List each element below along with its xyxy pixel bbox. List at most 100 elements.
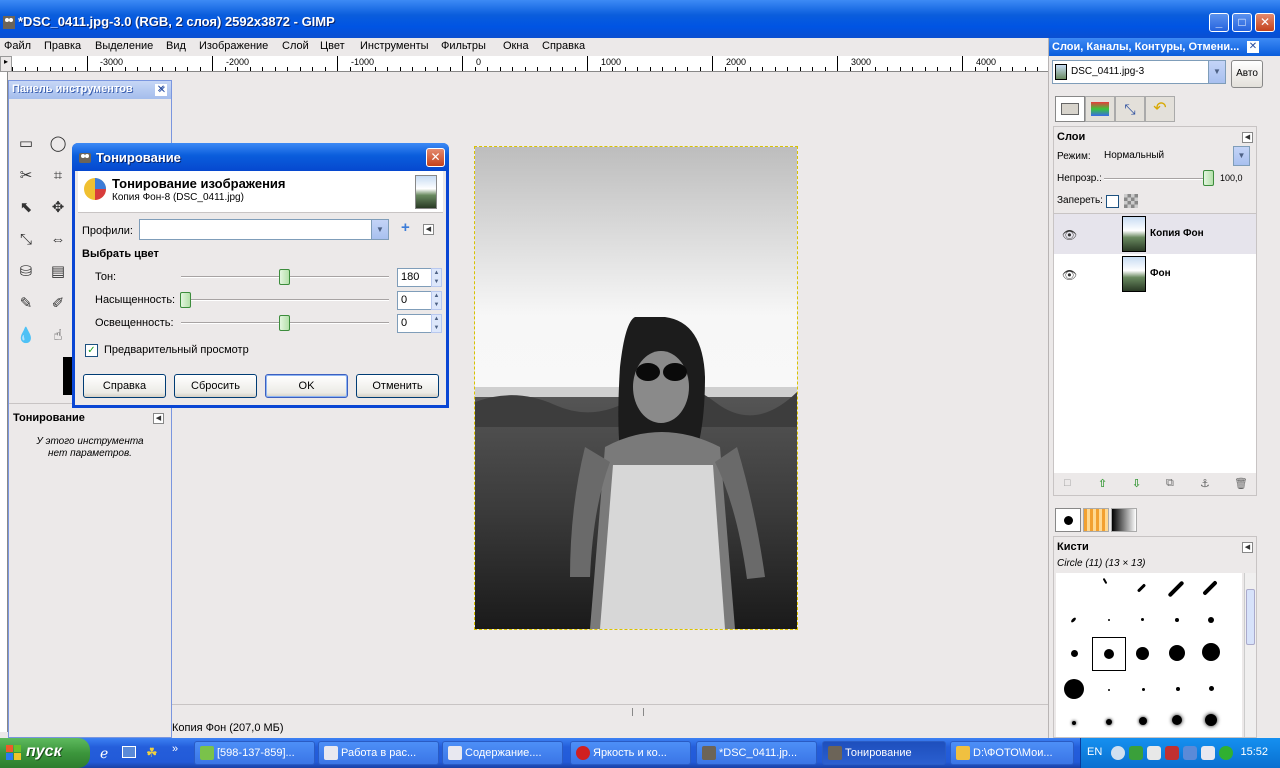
menu-windows[interactable]: Окна bbox=[503, 40, 529, 52]
brush-swatch[interactable] bbox=[1064, 679, 1084, 699]
saturation-stepper[interactable]: ▲ ▼ bbox=[431, 291, 442, 310]
opacity-value[interactable]: 100,0 bbox=[1220, 173, 1243, 183]
taskbar-item[interactable]: *DSC_0411.jp... bbox=[696, 741, 817, 765]
raise-layer-icon[interactable]: ⇧ bbox=[1098, 477, 1107, 490]
brush-swatch[interactable] bbox=[1175, 618, 1179, 622]
menu-color[interactable]: Цвет bbox=[320, 40, 345, 52]
brush-swatch[interactable] bbox=[1102, 577, 1108, 585]
auto-button[interactable]: Авто bbox=[1231, 60, 1263, 88]
lightness-stepper[interactable]: ▲ ▼ bbox=[431, 314, 442, 333]
tray-flag-icon[interactable] bbox=[1201, 746, 1215, 760]
horizontal-scrollbar[interactable] bbox=[172, 704, 1048, 720]
dock-close-icon[interactable]: ✕ bbox=[1247, 41, 1259, 53]
rect-select-tool-icon[interactable]: ▭ bbox=[15, 133, 37, 155]
airbrush-tool-icon[interactable]: ✐ bbox=[47, 293, 69, 315]
start-button[interactable]: пуск bbox=[0, 738, 90, 768]
patterns-tab[interactable] bbox=[1083, 508, 1109, 532]
brush-swatch[interactable] bbox=[1202, 580, 1218, 596]
taskbar-item[interactable]: [598-137-859]... bbox=[194, 741, 315, 765]
messenger-icon[interactable]: ☘ bbox=[146, 745, 158, 761]
saturation-slider-thumb[interactable] bbox=[180, 292, 191, 308]
lock-alpha-checkbox[interactable] bbox=[1106, 195, 1119, 208]
mode-combo[interactable]: Нормальный ▼ bbox=[1098, 146, 1250, 166]
hue-slider-thumb[interactable] bbox=[279, 269, 290, 285]
brush-swatch[interactable] bbox=[1205, 714, 1217, 726]
color-picker-tool-icon[interactable]: ✎ bbox=[15, 293, 37, 315]
hue-stepper[interactable]: ▲ ▼ bbox=[431, 268, 442, 287]
menu-view[interactable]: Вид bbox=[166, 40, 186, 52]
lightness-input[interactable]: 0 bbox=[397, 314, 433, 333]
close-button[interactable]: ✕ bbox=[1255, 13, 1275, 32]
quicklaunch-more-icon[interactable]: » bbox=[172, 743, 178, 755]
ok-button[interactable]: OK bbox=[265, 374, 348, 398]
reset-button[interactable]: Сбросить bbox=[174, 374, 257, 398]
show-desktop-icon[interactable] bbox=[122, 746, 136, 758]
delete-layer-icon[interactable]: 🗑 bbox=[1234, 477, 1248, 490]
opacity-slider-thumb[interactable] bbox=[1203, 170, 1214, 186]
menu-filters[interactable]: Фильтры bbox=[441, 40, 486, 52]
chevron-down-icon[interactable]: ▼ bbox=[371, 220, 388, 239]
chevron-down-icon[interactable]: ▼ bbox=[1233, 146, 1250, 166]
visibility-eye-icon[interactable]: 👁 bbox=[1062, 228, 1077, 242]
image-canvas[interactable] bbox=[474, 146, 798, 630]
ruler-corner-button[interactable]: ▸ bbox=[0, 56, 12, 72]
scroll-grip[interactable] bbox=[632, 708, 644, 716]
hue-input[interactable]: 180 bbox=[397, 268, 433, 287]
taskbar-item[interactable]: Яркость и ко... bbox=[570, 741, 691, 765]
menu-tools[interactable]: Инструменты bbox=[360, 40, 429, 52]
brush-cell[interactable] bbox=[1056, 573, 1090, 607]
profiles-menu-icon[interactable]: ◀ bbox=[423, 224, 434, 235]
brush-swatch[interactable] bbox=[1108, 619, 1110, 621]
tray-clover-icon[interactable] bbox=[1129, 746, 1143, 760]
brush-swatch[interactable] bbox=[1208, 617, 1214, 623]
tray-monitor-icon[interactable] bbox=[1183, 746, 1197, 760]
scissors-tool-icon[interactable]: ✂ bbox=[15, 165, 37, 187]
saturation-input[interactable]: 0 bbox=[397, 291, 433, 310]
brush-swatch[interactable] bbox=[1209, 686, 1214, 691]
cancel-button[interactable]: Отменить bbox=[356, 374, 439, 398]
tool-options-menu-icon[interactable]: ◀ bbox=[153, 413, 164, 424]
layers-tab[interactable] bbox=[1055, 96, 1085, 122]
brush-swatch[interactable] bbox=[1202, 643, 1220, 661]
menu-layer[interactable]: Слой bbox=[282, 40, 309, 52]
brush-swatch[interactable] bbox=[1169, 645, 1185, 661]
anchor-layer-icon[interactable]: ⚓ bbox=[1200, 477, 1210, 490]
brush-scrollbar[interactable] bbox=[1244, 573, 1256, 737]
layer-row[interactable]: 👁 Копия Фон bbox=[1054, 214, 1256, 254]
chevron-down-icon[interactable]: ▼ bbox=[1208, 61, 1225, 83]
tray-security-icon[interactable] bbox=[1165, 746, 1179, 760]
new-layer-icon[interactable]: □ bbox=[1064, 477, 1071, 489]
menu-file[interactable]: Файл bbox=[4, 40, 31, 52]
blur-tool-icon[interactable]: 💧 bbox=[15, 325, 37, 347]
paths-tab[interactable]: ⤡ bbox=[1115, 96, 1145, 122]
brush-swatch[interactable] bbox=[1142, 688, 1145, 691]
channels-tab[interactable] bbox=[1085, 96, 1115, 122]
taskbar-item[interactable]: D:\ФОТО\Мои... bbox=[950, 741, 1074, 765]
brush-swatch[interactable] bbox=[1136, 583, 1147, 593]
scale-tool-icon[interactable]: ⤡ bbox=[15, 229, 37, 251]
saturation-slider[interactable] bbox=[181, 299, 389, 301]
lower-layer-icon[interactable]: ⇩ bbox=[1132, 477, 1141, 490]
taskbar-item[interactable]: Работа в рас... bbox=[318, 741, 439, 765]
menu-image[interactable]: Изображение bbox=[199, 40, 268, 52]
brushes-tab[interactable] bbox=[1055, 508, 1081, 532]
tray-status-icon[interactable] bbox=[1219, 746, 1233, 760]
brush-swatch[interactable] bbox=[1108, 689, 1110, 691]
brush-swatch[interactable] bbox=[1141, 618, 1144, 621]
menu-select[interactable]: Выделение bbox=[95, 40, 153, 52]
undo-tab[interactable]: ↶ bbox=[1145, 96, 1175, 122]
brush-swatch[interactable] bbox=[1176, 687, 1180, 691]
move-tool-icon[interactable]: ✥ bbox=[47, 197, 69, 219]
language-indicator[interactable]: EN bbox=[1087, 746, 1102, 758]
gradients-tab[interactable] bbox=[1111, 508, 1137, 532]
preview-checkbox[interactable]: ✓ bbox=[85, 344, 98, 357]
visibility-eye-icon[interactable]: 👁 bbox=[1062, 268, 1077, 282]
ellipse-select-tool-icon[interactable]: ◯ bbox=[47, 133, 69, 155]
brush-swatch[interactable] bbox=[1106, 719, 1112, 725]
brush-swatch[interactable] bbox=[1136, 647, 1149, 660]
brush-swatch[interactable] bbox=[1167, 580, 1185, 598]
layers-menu-icon[interactable]: ◀ bbox=[1242, 132, 1253, 143]
smudge-tool-icon[interactable]: ☝ bbox=[47, 325, 69, 347]
taskbar-item[interactable]: Содержание.... bbox=[442, 741, 563, 765]
maximize-button[interactable]: □ bbox=[1232, 13, 1252, 32]
